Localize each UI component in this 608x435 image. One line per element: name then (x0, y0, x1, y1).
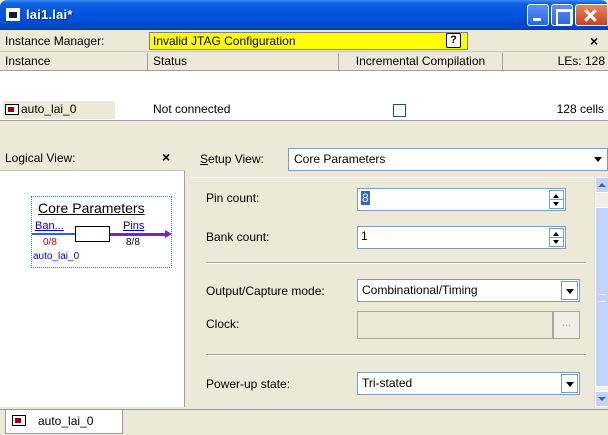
core-block-title[interactable]: Core Parameters (38, 200, 145, 216)
block-instance-label: auto_lai_0 (33, 251, 80, 262)
core-parameters-block[interactable]: Core Parameters Ban... Pins 0/8 8/8 auto… (31, 196, 172, 268)
setup-view-header: Setup View: Core Parameters (191, 145, 608, 175)
instance-icon (12, 415, 26, 426)
logical-view-close-icon[interactable]: × (162, 149, 170, 165)
chevron-down-icon[interactable] (561, 374, 578, 393)
scroll-thumb[interactable] (595, 207, 608, 387)
logical-view-header: Logical View: × (0, 145, 185, 171)
tab-label: auto_lai_0 (38, 414, 94, 428)
instance-table-header: Instance Status Incremental Compilation … (0, 53, 608, 71)
core-body[interactable] (75, 226, 110, 242)
powerup-state-label: Power-up state: (206, 377, 291, 391)
bank-port-link[interactable]: Ban... (35, 220, 64, 232)
bank-count-label: 0/8 (43, 237, 57, 248)
output-capture-label: Output/Capture mode: (206, 284, 325, 298)
bank-count-stepper[interactable] (549, 228, 564, 247)
column-header-les[interactable]: LEs: 128 (503, 53, 608, 71)
right-signal-line (110, 233, 166, 236)
instance-manager-label: Instance Manager: (5, 34, 105, 48)
setup-view-select[interactable]: Core Parameters (288, 148, 608, 171)
column-header-incremental-compilation[interactable]: Incremental Compilation (339, 53, 503, 71)
chevron-down-icon[interactable] (561, 281, 578, 300)
table-row[interactable]: auto_lai_0 Not connected 128 cells (0, 71, 608, 121)
chevron-down-icon[interactable] (590, 149, 607, 170)
incremental-compilation-checkbox[interactable] (393, 104, 406, 117)
clock-input (357, 311, 553, 339)
left-signal-line (32, 233, 75, 235)
setup-view-label: Setup View: (200, 152, 264, 166)
help-icon[interactable]: ? (446, 33, 461, 48)
close-window-button[interactable] (575, 4, 608, 26)
clock-label: Clock: (206, 317, 240, 331)
pins-count-label: 8/8 (126, 237, 140, 248)
powerup-state-select[interactable]: Tri-stated (357, 372, 580, 395)
scroll-up-button[interactable] (595, 177, 608, 193)
instance-cell[interactable]: auto_lai_0 (3, 101, 115, 119)
tab-auto-lai-0[interactable]: auto_lai_0 (5, 410, 123, 434)
column-header-instance[interactable]: Instance (0, 53, 148, 71)
arrow-right-icon (165, 230, 172, 238)
output-capture-select[interactable]: Combinational/Timing (357, 279, 580, 302)
pins-port-link[interactable]: Pins (123, 220, 144, 232)
les-cell: 128 cells (556, 102, 604, 116)
instance-name: auto_lai_0 (21, 102, 77, 116)
bank-count-input[interactable]: 1 (357, 226, 566, 249)
window-title: lai1.lai* (26, 7, 73, 22)
divider (206, 262, 586, 264)
pin-count-input[interactable]: 8 (357, 188, 566, 211)
logical-view-pane: Logical View: × Core Parameters Ban... P… (0, 145, 185, 407)
column-header-status[interactable]: Status (148, 53, 339, 71)
status-cell: Not connected (153, 102, 231, 116)
instance-manager-status: Invalid JTAG Configuration (149, 32, 468, 50)
scroll-down-button[interactable] (595, 391, 608, 407)
instance-manager-bar: Instance Manager: Invalid JTAG Configura… (0, 30, 608, 52)
clock-browse-button: ... (553, 311, 580, 339)
divider (206, 354, 586, 356)
maximize-button[interactable] (551, 4, 573, 26)
core-parameters-form: Pin count: 8 Bank count: 1 Output/Captur… (191, 177, 594, 407)
pin-count-label: Pin count: (206, 191, 260, 205)
instance-icon (5, 104, 19, 115)
vertical-scrollbar[interactable] (594, 177, 608, 407)
bank-count-label: Bank count: (206, 230, 270, 244)
logical-view-title: Logical View: (5, 151, 76, 165)
title-bar: lai1.lai* (0, 0, 608, 30)
instance-manager-close-icon[interactable]: × (590, 33, 598, 49)
minimize-button[interactable] (527, 4, 549, 26)
app-icon[interactable] (6, 8, 20, 21)
pin-count-stepper[interactable] (549, 190, 564, 209)
